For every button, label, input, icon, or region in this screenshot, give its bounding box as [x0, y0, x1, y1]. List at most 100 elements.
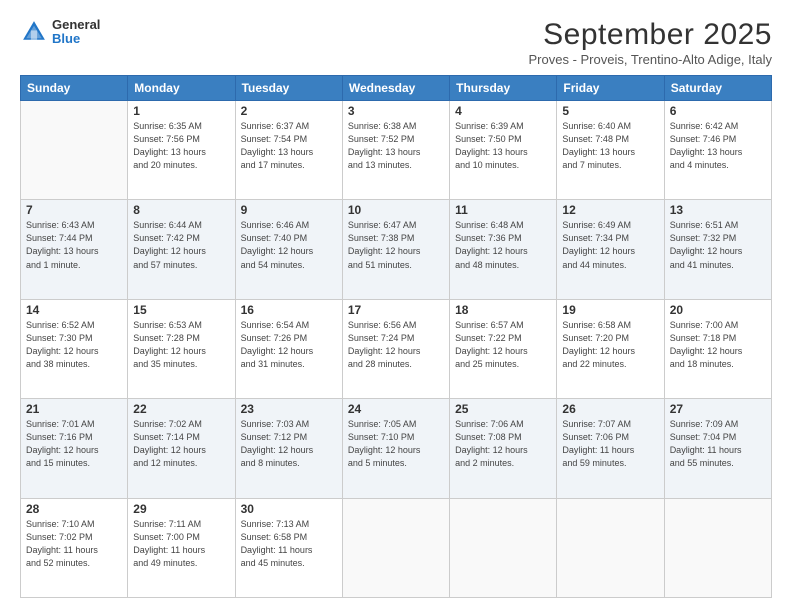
table-row: 27 Sunrise: 7:09 AM Sunset: 7:04 PM Dayli… — [664, 399, 771, 498]
table-row — [450, 498, 557, 597]
day-number: 4 — [455, 104, 551, 118]
location-subtitle: Proves - Proveis, Trentino-Alto Adige, I… — [529, 52, 773, 67]
table-row: 22 Sunrise: 7:02 AM Sunset: 7:14 PM Dayli… — [128, 399, 235, 498]
day-number: 26 — [562, 402, 658, 416]
weekday-saturday: Saturday — [664, 76, 771, 101]
day-number: 14 — [26, 303, 122, 317]
title-block: September 2025 Proves - Proveis, Trentin… — [529, 18, 773, 67]
day-number: 3 — [348, 104, 444, 118]
day-number: 12 — [562, 203, 658, 217]
table-row: 16 Sunrise: 6:54 AM Sunset: 7:26 PM Dayli… — [235, 299, 342, 398]
calendar-week-3: 14 Sunrise: 6:52 AM Sunset: 7:30 PM Dayli… — [21, 299, 772, 398]
day-info: Sunrise: 6:46 AM Sunset: 7:40 PM Dayligh… — [241, 219, 337, 271]
day-info: Sunrise: 6:49 AM Sunset: 7:34 PM Dayligh… — [562, 219, 658, 271]
day-number: 21 — [26, 402, 122, 416]
table-row: 21Sunrise: 7:01 AM Sunset: 7:16 PM Dayli… — [21, 399, 128, 498]
table-row: 30Sunrise: 7:13 AM Sunset: 6:58 PM Dayli… — [235, 498, 342, 597]
day-number: 23 — [241, 402, 337, 416]
calendar-week-1: 1 Sunrise: 6:35 AM Sunset: 7:56 PM Daylig… — [21, 101, 772, 200]
day-number: 15 — [133, 303, 229, 317]
table-row: 14 Sunrise: 6:52 AM Sunset: 7:30 PM Dayli… — [21, 299, 128, 398]
table-row: 24Sunrise: 7:05 AM Sunset: 7:10 PM Dayli… — [342, 399, 449, 498]
day-info: Sunrise: 6:47 AM Sunset: 7:38 PM Dayligh… — [348, 219, 444, 271]
weekday-thursday: Thursday — [450, 76, 557, 101]
day-info: Sunrise: 7:10 AM Sunset: 7:02 PM Dayligh… — [26, 518, 122, 570]
weekday-wednesday: Wednesday — [342, 76, 449, 101]
day-info: Sunrise: 6:44 AM Sunset: 7:42 PM Dayligh… — [133, 219, 229, 271]
table-row: 2Sunrise: 6:37 AM Sunset: 7:54 PM Daylig… — [235, 101, 342, 200]
day-info: Sunrise: 6:52 AM Sunset: 7:30 PM Dayligh… — [26, 319, 122, 371]
table-row: 1 Sunrise: 6:35 AM Sunset: 7:56 PM Daylig… — [128, 101, 235, 200]
day-info: Sunrise: 7:06 AM Sunset: 7:08 PM Dayligh… — [455, 418, 551, 470]
weekday-header-row: SundayMondayTuesdayWednesdayThursdayFrid… — [21, 76, 772, 101]
day-number: 24 — [348, 402, 444, 416]
logo: General Blue — [20, 18, 100, 47]
day-number: 1 — [133, 104, 229, 118]
day-info: Sunrise: 6:48 AM Sunset: 7:36 PM Dayligh… — [455, 219, 551, 271]
day-info: Sunrise: 6:51 AM Sunset: 7:32 PM Dayligh… — [670, 219, 766, 271]
calendar-week-4: 21Sunrise: 7:01 AM Sunset: 7:16 PM Dayli… — [21, 399, 772, 498]
table-row: 19Sunrise: 6:58 AM Sunset: 7:20 PM Dayli… — [557, 299, 664, 398]
day-info: Sunrise: 7:09 AM Sunset: 7:04 PM Dayligh… — [670, 418, 766, 470]
table-row: 20 Sunrise: 7:00 AM Sunset: 7:18 PM Dayli… — [664, 299, 771, 398]
day-number: 27 — [670, 402, 766, 416]
day-number: 5 — [562, 104, 658, 118]
table-row: 29Sunrise: 7:11 AM Sunset: 7:00 PM Dayli… — [128, 498, 235, 597]
weekday-monday: Monday — [128, 76, 235, 101]
day-number: 28 — [26, 502, 122, 516]
day-number: 11 — [455, 203, 551, 217]
day-number: 22 — [133, 402, 229, 416]
table-row: 9 Sunrise: 6:46 AM Sunset: 7:40 PM Daylig… — [235, 200, 342, 299]
table-row: 10 Sunrise: 6:47 AM Sunset: 7:38 PM Dayli… — [342, 200, 449, 299]
day-number: 9 — [241, 203, 337, 217]
day-number: 25 — [455, 402, 551, 416]
day-info: Sunrise: 6:35 AM Sunset: 7:56 PM Dayligh… — [133, 120, 229, 172]
day-number: 2 — [241, 104, 337, 118]
day-info: Sunrise: 7:00 AM Sunset: 7:18 PM Dayligh… — [670, 319, 766, 371]
day-number: 17 — [348, 303, 444, 317]
table-row: 5 Sunrise: 6:40 AM Sunset: 7:48 PM Daylig… — [557, 101, 664, 200]
day-info: Sunrise: 7:07 AM Sunset: 7:06 PM Dayligh… — [562, 418, 658, 470]
day-info: Sunrise: 6:56 AM Sunset: 7:24 PM Dayligh… — [348, 319, 444, 371]
table-row: 23 Sunrise: 7:03 AM Sunset: 7:12 PM Dayli… — [235, 399, 342, 498]
table-row: 26 Sunrise: 7:07 AM Sunset: 7:06 PM Dayli… — [557, 399, 664, 498]
calendar-week-2: 7 Sunrise: 6:43 AM Sunset: 7:44 PM Daylig… — [21, 200, 772, 299]
day-info: Sunrise: 6:42 AM Sunset: 7:46 PM Dayligh… — [670, 120, 766, 172]
calendar-week-5: 28 Sunrise: 7:10 AM Sunset: 7:02 PM Dayli… — [21, 498, 772, 597]
day-number: 7 — [26, 203, 122, 217]
day-info: Sunrise: 6:43 AM Sunset: 7:44 PM Dayligh… — [26, 219, 122, 271]
day-info: Sunrise: 6:58 AM Sunset: 7:20 PM Dayligh… — [562, 319, 658, 371]
day-info: Sunrise: 6:40 AM Sunset: 7:48 PM Dayligh… — [562, 120, 658, 172]
day-number: 29 — [133, 502, 229, 516]
day-info: Sunrise: 7:02 AM Sunset: 7:14 PM Dayligh… — [133, 418, 229, 470]
day-info: Sunrise: 6:39 AM Sunset: 7:50 PM Dayligh… — [455, 120, 551, 172]
weekday-sunday: Sunday — [21, 76, 128, 101]
day-number: 30 — [241, 502, 337, 516]
day-info: Sunrise: 6:38 AM Sunset: 7:52 PM Dayligh… — [348, 120, 444, 172]
day-number: 18 — [455, 303, 551, 317]
day-info: Sunrise: 6:53 AM Sunset: 7:28 PM Dayligh… — [133, 319, 229, 371]
table-row: 3 Sunrise: 6:38 AM Sunset: 7:52 PM Daylig… — [342, 101, 449, 200]
logo-icon — [20, 18, 48, 46]
page: General Blue September 2025 Proves - Pro… — [0, 0, 792, 612]
day-info: Sunrise: 7:03 AM Sunset: 7:12 PM Dayligh… — [241, 418, 337, 470]
calendar: SundayMondayTuesdayWednesdayThursdayFrid… — [20, 75, 772, 598]
table-row: 18Sunrise: 6:57 AM Sunset: 7:22 PM Dayli… — [450, 299, 557, 398]
day-number: 13 — [670, 203, 766, 217]
day-number: 6 — [670, 104, 766, 118]
table-row: 7 Sunrise: 6:43 AM Sunset: 7:44 PM Daylig… — [21, 200, 128, 299]
day-number: 10 — [348, 203, 444, 217]
weekday-tuesday: Tuesday — [235, 76, 342, 101]
day-number: 20 — [670, 303, 766, 317]
month-title: September 2025 — [529, 18, 773, 52]
logo-text: General Blue — [52, 18, 100, 47]
weekday-friday: Friday — [557, 76, 664, 101]
logo-blue: Blue — [52, 32, 100, 46]
logo-general: General — [52, 18, 100, 32]
day-info: Sunrise: 6:54 AM Sunset: 7:26 PM Dayligh… — [241, 319, 337, 371]
table-row: 15 Sunrise: 6:53 AM Sunset: 7:28 PM Dayli… — [128, 299, 235, 398]
day-number: 8 — [133, 203, 229, 217]
day-number: 16 — [241, 303, 337, 317]
table-row — [342, 498, 449, 597]
table-row — [664, 498, 771, 597]
